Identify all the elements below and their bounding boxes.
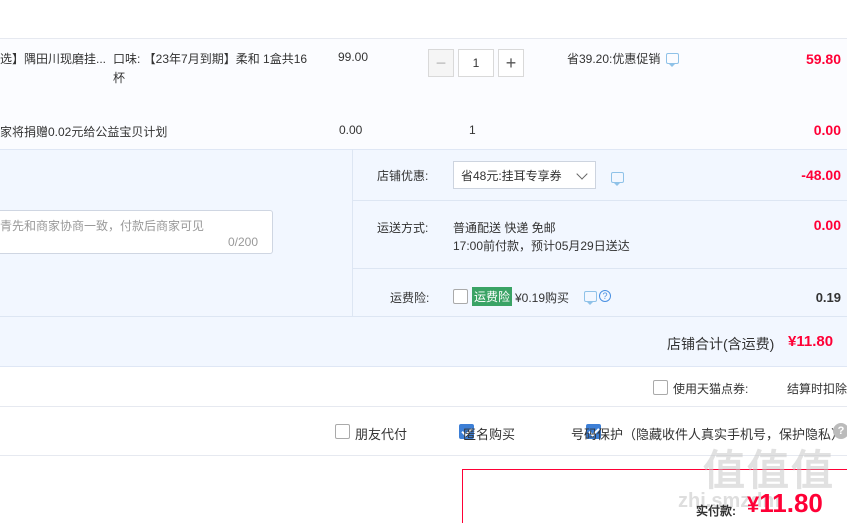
item-subtotal: 59.80	[805, 51, 841, 67]
product-title[interactable]: 选】隅田川现磨挂...	[0, 50, 106, 67]
donation-subtotal: 0.00	[813, 122, 841, 138]
shipping-amount: 0.00	[813, 217, 841, 233]
insurance-icons: ?	[584, 290, 611, 305]
increase-quantity-button[interactable]: +	[498, 49, 524, 77]
decrease-quantity-button[interactable]: −	[428, 49, 454, 77]
tmall-voucher-note: 结算时扣除	[787, 382, 847, 396]
friend-pay-checkbox[interactable]	[335, 424, 350, 439]
store-coupon-amount: -48.00	[801, 167, 841, 183]
chevron-down-icon	[576, 168, 588, 180]
donation-quantity: 1	[469, 123, 476, 137]
quantity-input[interactable]: 1	[458, 49, 494, 77]
store-coupon-select[interactable]: 省48元:挂耳专享券	[453, 161, 596, 189]
tmall-voucher-label: 使用天猫点券:	[673, 382, 749, 396]
shipping-insurance-checkbox[interactable]	[453, 289, 468, 304]
chat-icon[interactable]	[611, 172, 624, 186]
promo-info: 省39.20:优惠促销	[567, 50, 680, 67]
store-coupon-value: 省48元:挂耳专享券	[461, 168, 562, 183]
shipping-insurance-label: 运费险:	[390, 291, 430, 305]
product-flavor: 口味: 【23年7月到期】柔和 1盒共16杯	[113, 52, 308, 85]
payment-amount: ¥11.80	[747, 488, 823, 519]
divider	[353, 200, 847, 201]
shipping-label: 运送方式:	[377, 221, 429, 235]
chat-icon[interactable]	[584, 290, 597, 305]
tmall-voucher-checkbox[interactable]	[653, 380, 668, 395]
divider	[353, 268, 847, 269]
shipping-insurance-tag: 运费险	[472, 287, 513, 306]
store-coupon-label: 店铺优惠:	[377, 169, 429, 183]
chat-icon[interactable]	[666, 53, 680, 67]
currency-symbol: ¥	[747, 492, 760, 517]
divider	[0, 406, 847, 407]
shipping-eta: 17:00前付款，预计05月29日送达	[453, 239, 630, 253]
promo-text: 省39.20:优惠促销	[567, 52, 661, 66]
shipping-method: 普通配送 快递 免邮	[453, 221, 556, 235]
shipping-insurance-price: ¥0.19购买	[515, 291, 570, 305]
help-icon[interactable]: ?	[833, 423, 847, 439]
help-icon[interactable]: ?	[599, 290, 611, 302]
quantity-stepper: − 1 +	[428, 49, 524, 77]
divider	[0, 316, 847, 317]
friend-pay-label: 朋友代付	[355, 427, 408, 442]
payment-amount-value: 11.80	[759, 488, 823, 518]
buyer-message-placeholder: 青先和商家协商一致，付款后商家可见	[0, 219, 205, 233]
payment-label: 实付款:	[696, 504, 736, 518]
unit-price: 99.00	[338, 50, 369, 64]
donation-price: 0.00	[339, 123, 363, 137]
store-total-label: 店铺合计(含运费)	[667, 336, 775, 352]
divider	[352, 149, 353, 316]
message-char-count: 0/200	[228, 235, 259, 249]
anonymous-purchase-label: 匿名购买	[463, 427, 516, 442]
store-total-amount: ¥11.80	[788, 333, 834, 350]
shipping-insurance-amount: 0.19	[815, 290, 841, 305]
donation-text: 家将捐赠0.02元给公益宝贝计划	[0, 125, 168, 139]
